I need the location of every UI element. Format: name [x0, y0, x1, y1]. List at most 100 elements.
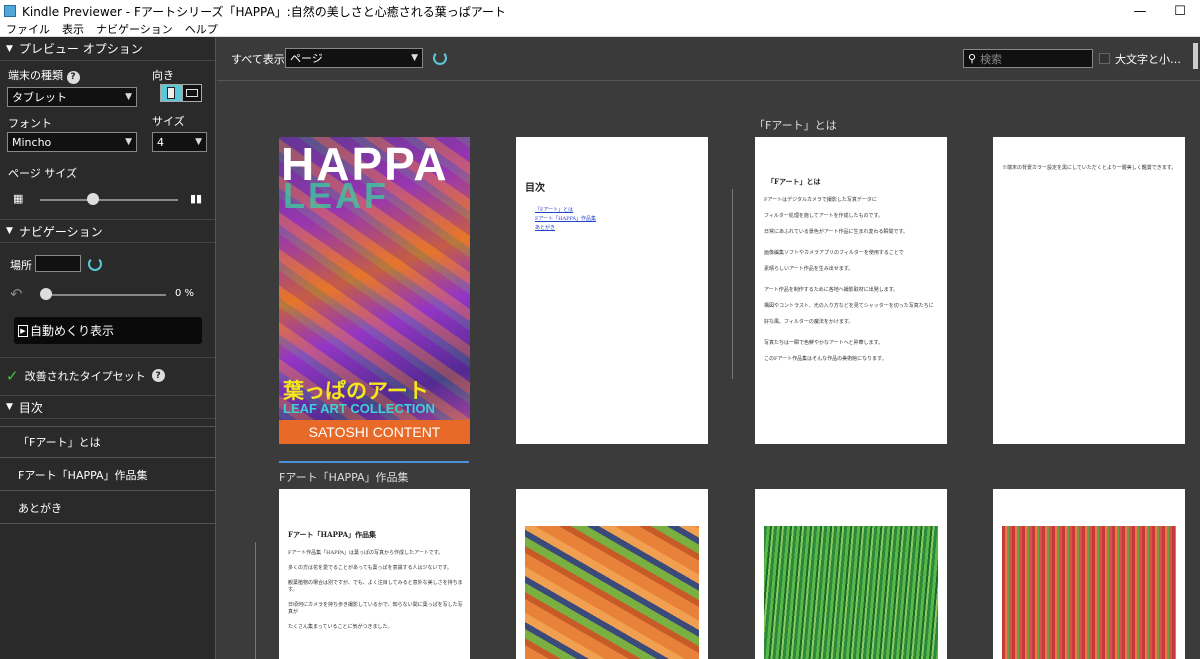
checkmark-icon: ✓	[6, 366, 19, 385]
toc-item-f-art[interactable]: 「Fアート」とは	[0, 426, 215, 458]
cover-author: SATOSHI CONTENT	[279, 420, 470, 444]
section-title-f-art: 「Fアート」とは	[754, 119, 837, 132]
page-size-slider-knob[interactable]	[87, 193, 99, 205]
back-arrow-icon[interactable]: ↶	[10, 285, 23, 303]
body-line: Fアートはデジタルカメラで撮影した写真データに	[764, 197, 877, 203]
artwork-page-3[interactable]	[993, 489, 1185, 659]
landscape-orientation-button[interactable]	[182, 84, 202, 102]
artwork-page-1[interactable]	[516, 489, 708, 659]
match-case-label: 大文字と小…	[1115, 53, 1181, 66]
menu-view[interactable]: 表示	[62, 21, 84, 37]
body-line: 観葉植物の場合は別ですが、でも、よく注目してみると意外な美しさを持ちます。	[288, 580, 463, 593]
toc-header[interactable]: ▼ 目次	[0, 395, 215, 419]
body-line: 好な風、フィルターの魔法をかけます。	[764, 319, 854, 325]
page-heading: Fアート「HAPPA」作品集	[288, 530, 377, 539]
red-grass-artwork-image	[1002, 526, 1176, 659]
section-underline	[279, 461, 469, 463]
page-size-slider[interactable]	[40, 199, 178, 201]
help-icon[interactable]: ?	[151, 369, 165, 382]
navigation-header[interactable]: ▼ ナビゲーション	[0, 219, 215, 243]
happa-intro-page[interactable]: Fアート「HAPPA」作品集 Fアート作品集「HAPPA」は葉っぱの写真から作成…	[279, 489, 470, 659]
body-line: このFアート作品集はそんな作品の美術館になります。	[764, 356, 887, 362]
search-box[interactable]: ⚲ 検索	[963, 49, 1093, 68]
location-input[interactable]	[35, 255, 81, 272]
sidebar: ▼ プレビュー オプション 端末の種類 ? 向き タブレット ▼ フォント サイズ…	[0, 37, 216, 659]
view-mode-select[interactable]: ページ ▼	[285, 48, 423, 68]
page-size-label: ページ サイズ	[8, 167, 77, 180]
progress-percent: 0 %	[175, 288, 195, 299]
minimize-button[interactable]: —	[1120, 0, 1160, 22]
font-label: フォント	[8, 117, 52, 130]
location-label: 場所	[10, 259, 32, 272]
device-type-select[interactable]: タブレット ▼	[7, 87, 137, 107]
section-title-happa: Fアート「HAPPA」作品集	[279, 471, 409, 484]
chevron-down-icon: ▼	[411, 53, 418, 63]
menu-navigation[interactable]: ナビゲーション	[96, 21, 173, 37]
grass-artwork-image	[764, 526, 938, 659]
kindle-previewer-icon	[4, 5, 16, 17]
menu-file[interactable]: ファイル	[6, 21, 50, 37]
collapse-triangle-icon: ▼	[6, 43, 13, 54]
help-icon[interactable]: ?	[66, 70, 80, 84]
body-line: 写真たちは一瞬で色鮮やかなアートへと昇華します。	[764, 340, 883, 346]
toc-link-afterword[interactable]: あとがき	[535, 224, 596, 233]
body-line: 画像編集ソフトやカメラアプリのフィルターを使用することで	[764, 250, 904, 256]
search-input[interactable]: 検索	[980, 51, 1002, 67]
auto-flip-button[interactable]: ▶ 自動めくり表示	[14, 317, 202, 344]
collapse-triangle-icon: ▼	[6, 402, 13, 412]
body-line: 日頃何にカメラを持ち歩き撮影しているかで、知らない間に葉っぱを写した写真が	[288, 602, 463, 615]
page-body: Fアートはデジタルカメラで撮影した写真データに フィルター処理を施してアートを作…	[764, 197, 942, 363]
body-line: 素晴らしいアート作品を生み出せます。	[764, 266, 854, 272]
preview-options-header[interactable]: ▼ プレビュー オプション	[0, 37, 215, 61]
note-page[interactable]: ※端末の背景カラー設定を黒にしていただくとより一層美しく鑑賞できます。	[993, 137, 1185, 444]
title-bar: Kindle Previewer - Fアートシリーズ「HAPPA」:自然の美し…	[0, 0, 1200, 22]
portrait-icon	[167, 87, 175, 99]
navigation-label: ナビゲーション	[18, 224, 103, 239]
maximize-button[interactable]: ☐	[1160, 0, 1200, 22]
loading-spinner-icon	[88, 257, 102, 271]
match-case-checkbox[interactable]	[1099, 53, 1110, 64]
body-line: Fアート作品集「HAPPA」は葉っぱの写真から作成したアートです。	[288, 550, 444, 556]
toc-link-f-art[interactable]: 「Fアート」とは	[535, 206, 596, 215]
body-line: 構図やコントラスト、光の入り方などを見てシャッターを切った写真たちに	[764, 303, 934, 309]
grid-icon[interactable]: ▦	[13, 192, 23, 205]
location-slider-knob[interactable]	[40, 288, 52, 300]
collapse-triangle-icon: ▼	[6, 226, 13, 236]
portrait-orientation-button[interactable]	[160, 84, 182, 102]
show-all-label: すべて表示	[231, 53, 285, 66]
body-line: 日常にあふれている景色がアート作品に生まれ変わる瞬間です。	[764, 229, 909, 235]
leaf-artwork-image	[525, 526, 699, 659]
cover-en-title: LEAF ART COLLECTION	[283, 401, 435, 416]
note-text: ※端末の背景カラー設定を黒にしていただくとより一層美しく鑑賞できます。	[1002, 165, 1177, 171]
size-select[interactable]: 4 ▼	[152, 132, 207, 152]
menu-help[interactable]: ヘルプ	[185, 21, 218, 37]
page-heading: 「Fアート」とは	[767, 177, 821, 186]
chevron-down-icon: ▼	[125, 137, 132, 147]
chevron-down-icon: ▼	[125, 92, 132, 102]
two-page-icon[interactable]: ▮▮	[190, 192, 202, 205]
toc-link-happa[interactable]: Fアート「HAPPA」作品集	[535, 215, 596, 224]
chevron-down-icon: ▼	[195, 137, 202, 147]
location-slider[interactable]	[44, 294, 166, 296]
toc-item-afterword[interactable]: あとがき	[0, 492, 215, 524]
f-art-page[interactable]: 「Fアート」とは Fアートはデジタルカメラで撮影した写真データに フィルター処理…	[755, 137, 947, 444]
cover-subtitle: LEAF	[283, 175, 389, 216]
scrollbar[interactable]	[1193, 43, 1198, 69]
page-body: Fアート作品集「HAPPA」は葉っぱの写真から作成したアートです。 多くの方は花…	[288, 550, 464, 631]
toc-page[interactable]: 目次 「Fアート」とは Fアート「HAPPA」作品集 あとがき	[516, 137, 708, 444]
device-type-label: 端末の種類 ?	[8, 67, 80, 84]
landscape-icon	[186, 89, 198, 97]
size-label: サイズ	[152, 115, 185, 128]
font-select[interactable]: Mincho ▼	[7, 132, 137, 152]
section-divider	[255, 542, 256, 659]
search-icon: ⚲	[968, 52, 977, 65]
preview-options-label: プレビュー オプション	[18, 42, 143, 56]
body-line: たくさん集まっていることに気がつきました。	[288, 624, 393, 630]
artwork-page-2[interactable]	[755, 489, 947, 659]
orientation-label: 向き	[152, 69, 174, 82]
toc-page-title: 目次	[525, 183, 545, 194]
cover-page[interactable]: HAPPA LEAF 葉っぱのアート LEAF ART COLLECTION S…	[279, 137, 470, 444]
section-divider	[732, 189, 733, 379]
body-line: 多くの方は花を愛でることがあっても葉っぱを意識する人は少ないです。	[288, 565, 452, 571]
toc-item-happa-collection[interactable]: Fアート「HAPPA」作品集	[0, 459, 215, 491]
